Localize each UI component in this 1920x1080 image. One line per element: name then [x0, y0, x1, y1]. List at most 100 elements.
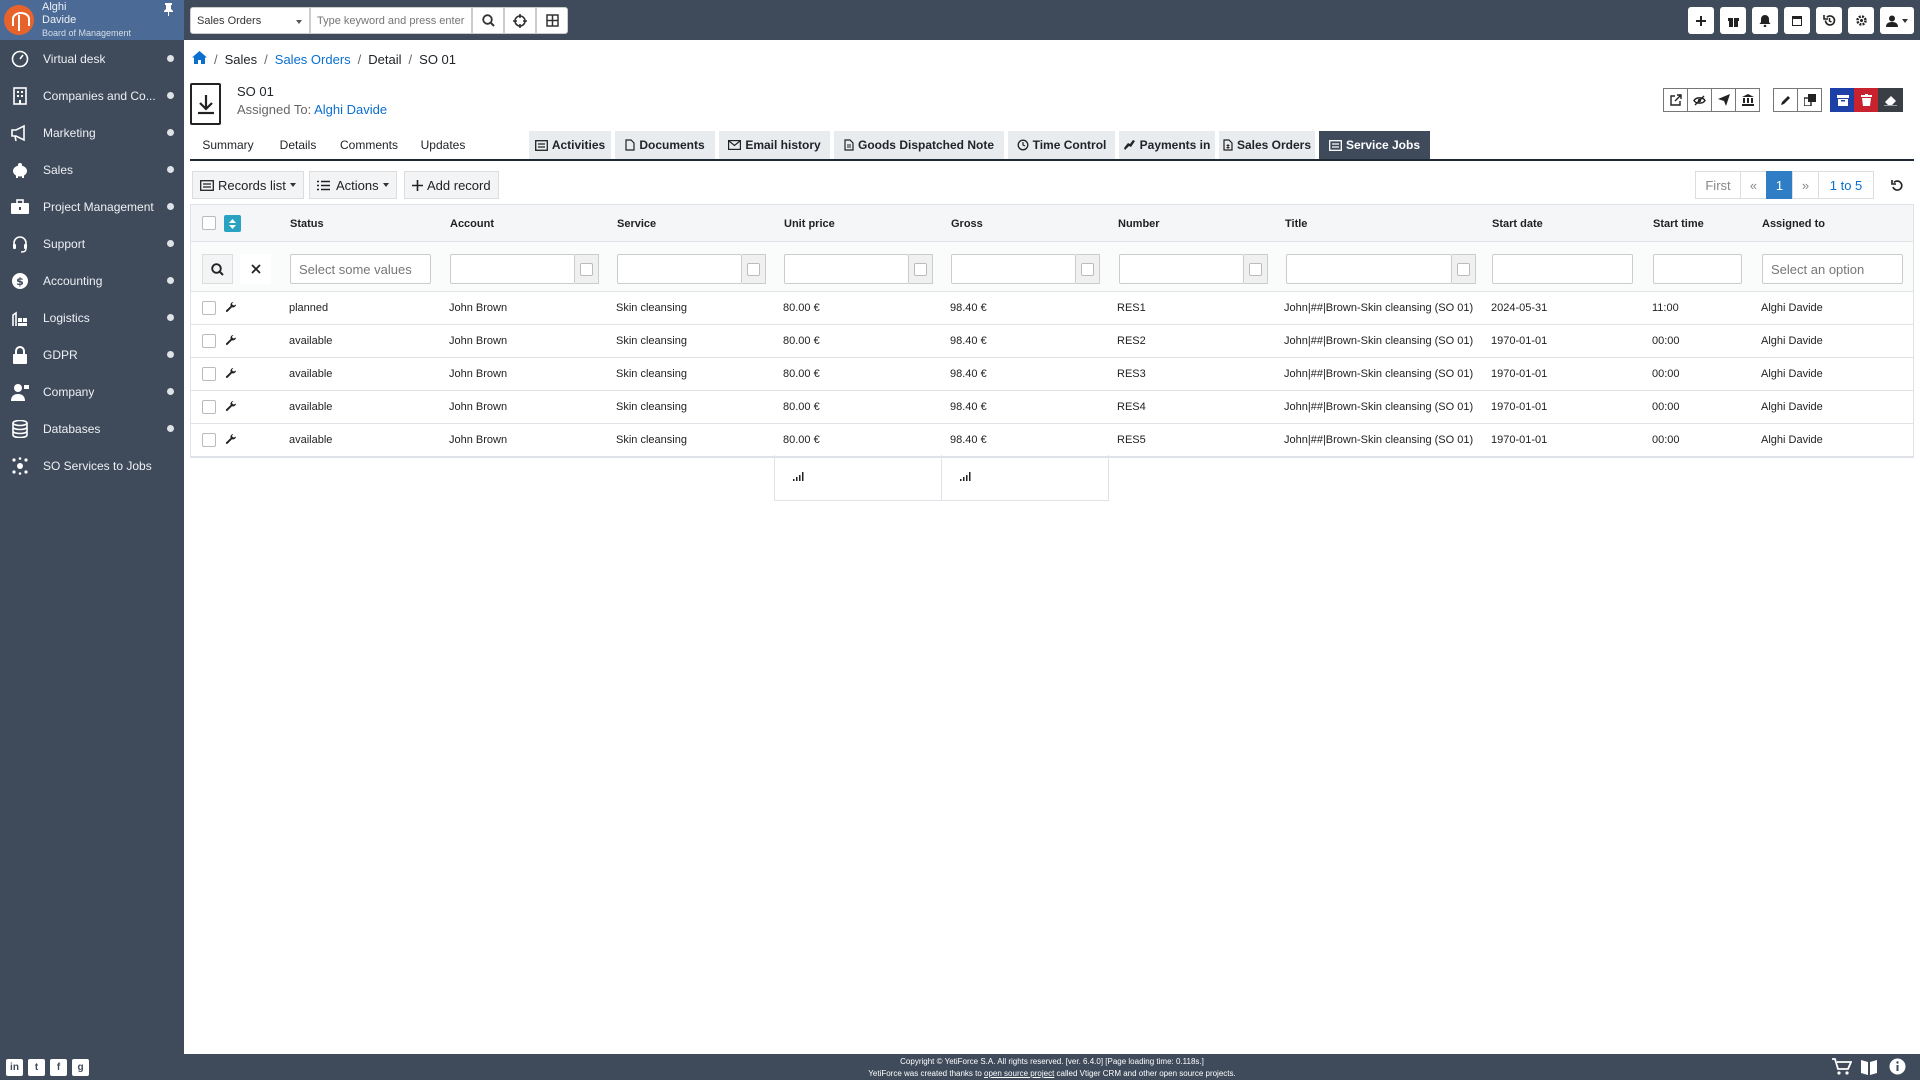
tab-activities[interactable]: Activities [529, 131, 611, 159]
table-row[interactable]: available John Brown Skin cleansing 80.00 €… [191, 424, 1913, 457]
row-checkbox[interactable] [202, 400, 216, 414]
table-row[interactable]: available John Brown Skin cleansing 80.00 €… [191, 325, 1913, 358]
search-input[interactable] [310, 7, 472, 34]
tab-documents[interactable]: Documents [615, 131, 715, 159]
clear-button[interactable] [1878, 88, 1903, 112]
start-date-filter[interactable] [1492, 254, 1633, 284]
sidebar-item-support[interactable]: Support [0, 225, 184, 262]
sidebar-item-sales[interactable]: Sales [0, 151, 184, 188]
cell-number[interactable]: RES5 [1117, 434, 1146, 446]
sidebar-item-logistics[interactable]: Logistics [0, 299, 184, 336]
pagination-first[interactable]: First [1695, 171, 1741, 199]
column-assigned-to[interactable]: Assigned to [1762, 218, 1825, 230]
open-external-button[interactable] [1663, 88, 1688, 112]
tab-summary[interactable]: Summary [190, 131, 266, 159]
linkedin-icon[interactable]: in [6, 1058, 23, 1076]
settings-button[interactable] [1848, 7, 1874, 34]
sidebar-item-project-management[interactable]: Project Management [0, 188, 184, 225]
pagination-prev[interactable]: « [1740, 171, 1767, 199]
tab-details[interactable]: Details [266, 131, 330, 159]
filter-clear-button[interactable] [240, 254, 271, 284]
cell-title[interactable]: John|##|Brown-Skin cleansing (SO 01) [1284, 302, 1473, 314]
unit-price-filter-toggle[interactable] [909, 254, 933, 284]
table-row[interactable]: available John Brown Skin cleansing 80.00 €… [191, 391, 1913, 424]
account-filter-input[interactable] [450, 254, 575, 284]
service-filter-toggle[interactable] [742, 254, 766, 284]
column-status[interactable]: Status [290, 218, 324, 230]
cell-title[interactable]: John|##|Brown-Skin cleansing (SO 01) [1284, 401, 1473, 413]
title-filter-input[interactable] [1286, 254, 1452, 284]
cell-service[interactable]: Skin cleansing [616, 434, 687, 446]
notifications-button[interactable] [1752, 7, 1778, 34]
row-checkbox[interactable] [202, 334, 216, 348]
column-number[interactable]: Number [1118, 218, 1160, 230]
tab-goods-dispatched-note[interactable]: Goods Dispatched Note [834, 131, 1004, 159]
tab-service-jobs[interactable]: Service Jobs [1319, 131, 1430, 159]
tab-email-history[interactable]: Email history [719, 131, 830, 159]
table-row[interactable]: available John Brown Skin cleansing 80.00 €… [191, 358, 1913, 391]
module-select[interactable]: Sales Orders [190, 7, 310, 34]
tab-sales-orders[interactable]: Sales Orders [1219, 131, 1315, 159]
sidebar-item-so-services[interactable]: SO Services to Jobs [0, 447, 184, 484]
assigned-to-filter[interactable]: Select an option [1762, 254, 1903, 284]
tab-comments[interactable]: Comments [330, 131, 408, 159]
actions-button[interactable]: Actions [309, 171, 397, 199]
column-title[interactable]: Title [1285, 218, 1307, 230]
column-start-time[interactable]: Start time [1653, 218, 1704, 230]
status-filter[interactable]: Select some values [290, 254, 431, 284]
account-filter-toggle[interactable] [575, 254, 599, 284]
row-checkbox[interactable] [202, 301, 216, 315]
expand-dot-icon[interactable] [167, 92, 174, 99]
cell-service[interactable]: Skin cleansing [616, 302, 687, 314]
wrench-icon[interactable] [225, 367, 237, 382]
row-checkbox[interactable] [202, 367, 216, 381]
cell-title[interactable]: John|##|Brown-Skin cleansing (SO 01) [1284, 368, 1473, 380]
expand-dot-icon[interactable] [167, 55, 174, 62]
cell-service[interactable]: Skin cleansing [616, 335, 687, 347]
history-button[interactable] [1816, 7, 1842, 34]
cell-account[interactable]: John Brown [449, 368, 507, 380]
info-icon[interactable] [1889, 1058, 1906, 1079]
edit-button[interactable] [1773, 88, 1798, 112]
row-checkbox[interactable] [202, 433, 216, 447]
service-filter-input[interactable] [617, 254, 742, 284]
table-row[interactable]: planned John Brown Skin cleansing 80.00 € 98… [191, 292, 1913, 325]
pagination-page[interactable]: 1 [1766, 171, 1793, 199]
sidebar-item-gdpr[interactable]: GDPR [0, 336, 184, 373]
column-service[interactable]: Service [617, 218, 656, 230]
gifts-button[interactable] [1720, 7, 1746, 34]
expand-dot-icon[interactable] [167, 203, 174, 210]
home-icon[interactable] [192, 51, 207, 67]
sort-button[interactable] [224, 215, 241, 232]
gross-filter-input[interactable] [951, 254, 1076, 284]
hide-button[interactable] [1687, 88, 1712, 112]
quick-create-button[interactable] [1688, 7, 1714, 34]
global-search-button[interactable] [536, 7, 568, 34]
cart-icon[interactable] [1832, 1058, 1853, 1079]
cell-service[interactable]: Skin cleansing [616, 401, 687, 413]
column-gross[interactable]: Gross [951, 218, 983, 230]
cell-number[interactable]: RES2 [1117, 335, 1146, 347]
start-time-filter[interactable] [1653, 254, 1742, 284]
records-list-button[interactable]: Records list [192, 171, 304, 199]
column-account[interactable]: Account [450, 218, 494, 230]
add-record-button[interactable]: Add record [404, 171, 499, 199]
wrench-icon[interactable] [225, 301, 237, 316]
user-box[interactable]: Alghi Davide Board of Management [0, 0, 184, 40]
tab-time-control[interactable]: Time Control [1008, 131, 1115, 159]
duplicate-button[interactable] [1797, 88, 1822, 112]
column-start-date[interactable]: Start date [1492, 218, 1543, 230]
expand-dot-icon[interactable] [167, 129, 174, 136]
cell-number[interactable]: RES3 [1117, 368, 1146, 380]
gross-filter-toggle[interactable] [1076, 254, 1100, 284]
archive-button[interactable] [1735, 88, 1760, 112]
expand-dot-icon[interactable] [167, 166, 174, 173]
wrench-icon[interactable] [225, 400, 237, 415]
expand-dot-icon[interactable] [167, 388, 174, 395]
tab-payments-in[interactable]: Payments in [1119, 131, 1215, 159]
expand-dot-icon[interactable] [167, 277, 174, 284]
wrench-icon[interactable] [225, 433, 237, 448]
sidebar-item-marketing[interactable]: Marketing [0, 114, 184, 151]
cell-account[interactable]: John Brown [449, 401, 507, 413]
pin-icon[interactable] [163, 3, 174, 19]
